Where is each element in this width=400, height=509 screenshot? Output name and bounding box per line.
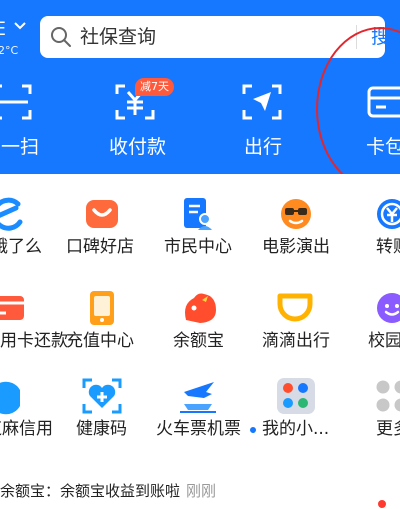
grid-item-yuebao[interactable]: 余额宝	[156, 290, 256, 360]
grid-item-label: 口碑好店	[66, 237, 134, 257]
top-action-label: 扫一扫	[0, 136, 40, 158]
citizen-center-icon	[184, 198, 212, 230]
top-action-label: 出行	[244, 136, 283, 158]
grid-item-label: 饿了么	[0, 237, 42, 257]
credit-card-icon	[0, 296, 24, 320]
chevron-down-icon	[14, 22, 26, 30]
scan-icon	[0, 84, 32, 120]
campus-icon	[377, 293, 400, 323]
scan-button[interactable]: 扫一扫	[0, 82, 100, 162]
more-icon	[376, 380, 400, 412]
grid-item-label: 转账	[376, 237, 400, 257]
location-city: E	[0, 18, 7, 40]
notification-bar[interactable]: 余额宝：余额宝收益到账啦 刚刚	[0, 480, 400, 502]
grid-item-health-code[interactable]: 健康码	[56, 378, 156, 448]
train-plane-icon	[180, 382, 216, 413]
grid-item-label: 电影演出	[262, 237, 330, 257]
notification-text: 余额宝：余额宝收益到账啦	[0, 482, 181, 500]
grid-item-more[interactable]: 更多	[356, 378, 400, 448]
grid-item-train-plane[interactable]: 火车票机票	[156, 378, 256, 448]
grid-item-label: 滴滴出行	[262, 331, 330, 351]
grid-item-label: 芝麻信用	[0, 419, 53, 439]
grid-item-label: 健康码	[76, 419, 127, 439]
grid-item-transfer[interactable]: 转账	[356, 196, 400, 266]
app-header: E 2°C 社保查询 搜索 扫一扫 收付款 减7天 出行	[0, 0, 400, 174]
yuebao-icon	[185, 293, 216, 323]
grid-item-recharge[interactable]: 充值中心	[56, 290, 156, 360]
grid-item-citizen-center[interactable]: 市民中心	[156, 196, 256, 266]
phone-recharge-icon	[90, 291, 114, 325]
travel-arrow-icon	[242, 84, 282, 120]
grid-item-campus[interactable]: 校园	[356, 290, 400, 360]
promo-badge: 减7天	[135, 78, 174, 96]
didi-icon	[277, 293, 313, 322]
eleme-icon	[0, 197, 23, 231]
grid-item-label: 充值中心	[66, 331, 134, 351]
search-input[interactable]: 社保查询	[80, 16, 156, 58]
grid-item-label: 火车票机票	[156, 419, 241, 439]
grid-item-mini-apps[interactable]: 我的小...	[256, 378, 356, 448]
health-code-icon	[82, 378, 122, 414]
grid-item-didi[interactable]: 滴滴出行	[256, 290, 356, 360]
mini-apps-icon	[277, 378, 315, 414]
transfer-icon	[377, 199, 400, 229]
grid-item-koubei[interactable]: 口碑好店	[56, 196, 156, 266]
movie-icon	[281, 199, 311, 229]
grid-item-label: 更多	[376, 419, 400, 439]
grid-item-movie[interactable]: 电影演出	[256, 196, 356, 266]
sesame-credit-icon	[0, 381, 20, 415]
grid-item-label: 余额宝	[173, 331, 224, 351]
grid-item-label: 校园	[368, 331, 400, 351]
grid-item-label: 我的小...	[262, 419, 330, 439]
top-action-label: 收付款	[109, 136, 167, 158]
grid-item-label: 市民中心	[164, 237, 232, 257]
koubei-icon	[86, 200, 118, 228]
notification-time: 刚刚	[186, 482, 217, 500]
temperature: 2°C	[0, 44, 19, 57]
search-icon	[51, 27, 71, 47]
unread-dot	[378, 500, 386, 508]
travel-button[interactable]: 出行	[200, 82, 300, 162]
